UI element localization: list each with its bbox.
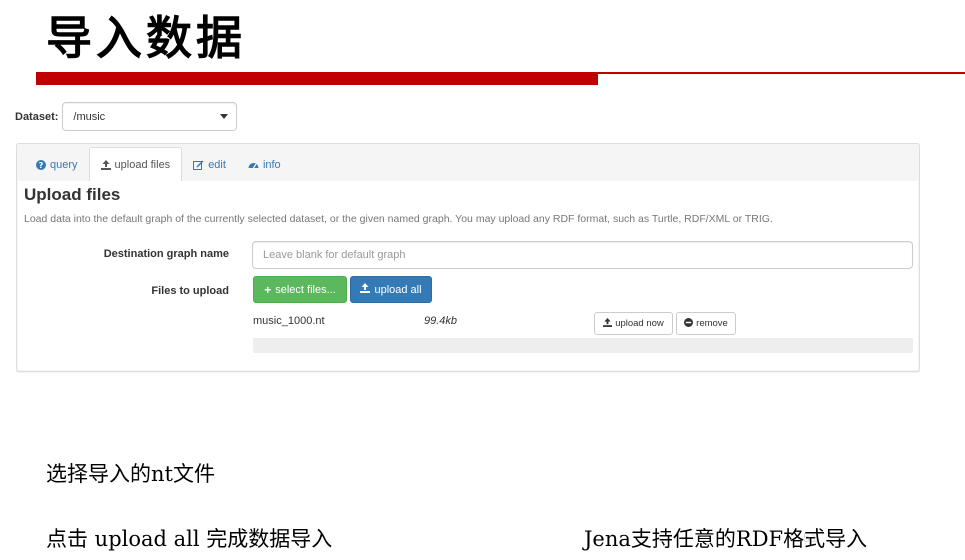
upload-all-button[interactable]: upload all <box>350 276 432 303</box>
tab-edit-label: edit <box>208 159 226 171</box>
tab-info-label: info <box>262 159 281 171</box>
dataset-select[interactable]: /music <box>62 102 238 131</box>
tab-query[interactable]: ? query <box>25 148 89 182</box>
tab-query-label: query <box>50 159 78 171</box>
dataset-panel: ? query upload files edit info Upload fi… <box>16 143 920 372</box>
dashboard-icon <box>248 160 259 170</box>
title-accent-bar <box>36 72 598 85</box>
upload-icon <box>100 160 111 170</box>
minus-circle-icon <box>684 317 694 330</box>
upload-icon <box>360 283 371 296</box>
upload-all-label: upload all <box>374 283 422 296</box>
upload-icon <box>603 317 613 330</box>
edit-icon <box>193 160 204 170</box>
instruction-select-file: 选择导入的nt文件 <box>46 462 215 486</box>
svg-text:?: ? <box>39 161 44 170</box>
destination-graph-placeholder: Leave blank for default graph <box>263 249 406 261</box>
instruction-upload-all: 点击 upload all 完成数据导入 <box>46 527 333 551</box>
file-name: music_1000.nt <box>253 315 325 327</box>
upload-description: Load data into the default graph of the … <box>24 213 773 225</box>
tab-edit[interactable]: edit <box>182 148 237 182</box>
upload-now-label: upload now <box>615 318 664 329</box>
destination-graph-input[interactable]: Leave blank for default graph <box>252 241 913 269</box>
upload-pane: Upload files Load data into the default … <box>18 181 918 370</box>
remove-label: remove <box>696 318 728 329</box>
upload-now-button[interactable]: upload now <box>594 312 673 335</box>
note-rdf-formats: Jena支持任意的RDF格式导入 <box>584 527 868 551</box>
tab-upload-files[interactable]: upload files <box>88 147 183 182</box>
upload-heading: Upload files <box>24 185 121 204</box>
watermark: …51 <box>790 530 818 545</box>
file-size: 99.4kb <box>424 315 458 327</box>
title-accent-line <box>598 72 965 74</box>
dataset-label: Dataset: <box>15 110 59 123</box>
caret-down-icon <box>220 114 229 119</box>
tab-upload-files-label: upload files <box>114 159 171 171</box>
destination-graph-label: Destination graph name <box>103 248 229 260</box>
question-circle-icon: ? <box>36 160 46 170</box>
slide-title: 导入数据 <box>46 11 246 65</box>
dataset-selected-value: /music <box>73 110 106 123</box>
upload-progress-bar <box>253 338 913 353</box>
plus-icon: + <box>264 282 272 297</box>
files-to-upload-label: Files to upload <box>151 285 229 297</box>
select-files-button[interactable]: + select files... <box>253 276 347 303</box>
tab-info[interactable]: info <box>237 148 292 182</box>
select-files-label: select files... <box>275 283 336 296</box>
tab-bar: ? query upload files edit info <box>17 144 919 182</box>
remove-button[interactable]: remove <box>676 312 736 335</box>
dataset-selector-row: Dataset: /music <box>15 102 238 131</box>
